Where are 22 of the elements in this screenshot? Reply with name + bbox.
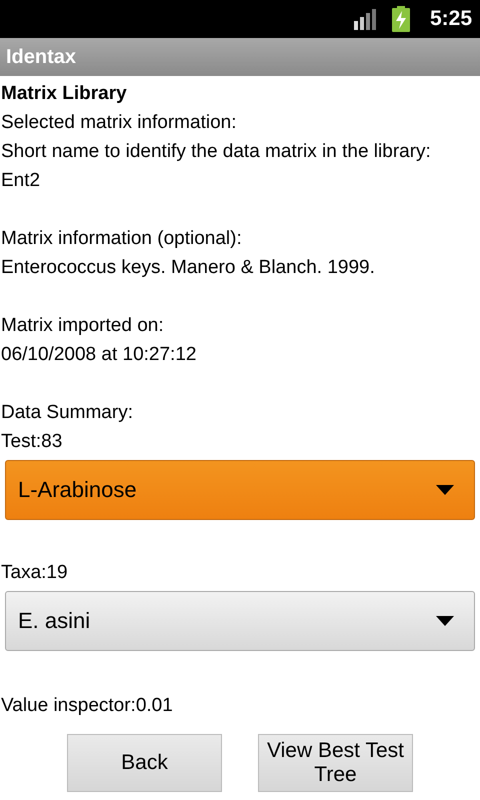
field-value: Enterococcus keys. Manero & Blanch. 1999. (0, 256, 375, 280)
caret-icon (436, 485, 454, 495)
field-value: 06/10/2008 at 10:27:12 (0, 343, 196, 367)
section-label: Selected matrix information: (0, 111, 236, 135)
field-label: Matrix information (optional): (0, 227, 243, 251)
field-label: Short name to identify the data matrix in the library: (0, 140, 431, 164)
battery-icon (392, 6, 410, 32)
test-dropdown[interactable]: L-Arabinose (5, 460, 475, 520)
test-count: Test:83 (0, 430, 64, 454)
taxa-dropdown[interactable]: E. asini (5, 591, 475, 651)
page-heading: Matrix Library (0, 82, 127, 106)
field-label: Matrix imported on: (0, 314, 165, 338)
section-label: Data Summary: (0, 401, 133, 425)
taxa-count: Taxa:19 (0, 561, 68, 585)
clock-time: 5:25 (430, 7, 472, 31)
action-button[interactable]: Back (67, 734, 222, 792)
app-title: Identax (6, 46, 76, 68)
signal-icon (354, 8, 378, 30)
caret-icon (436, 616, 454, 626)
field-value: Ent2 (0, 169, 42, 193)
action-button[interactable]: View Best Test Tree (258, 734, 413, 792)
value-inspector: Value inspector:0.01 (0, 694, 173, 718)
